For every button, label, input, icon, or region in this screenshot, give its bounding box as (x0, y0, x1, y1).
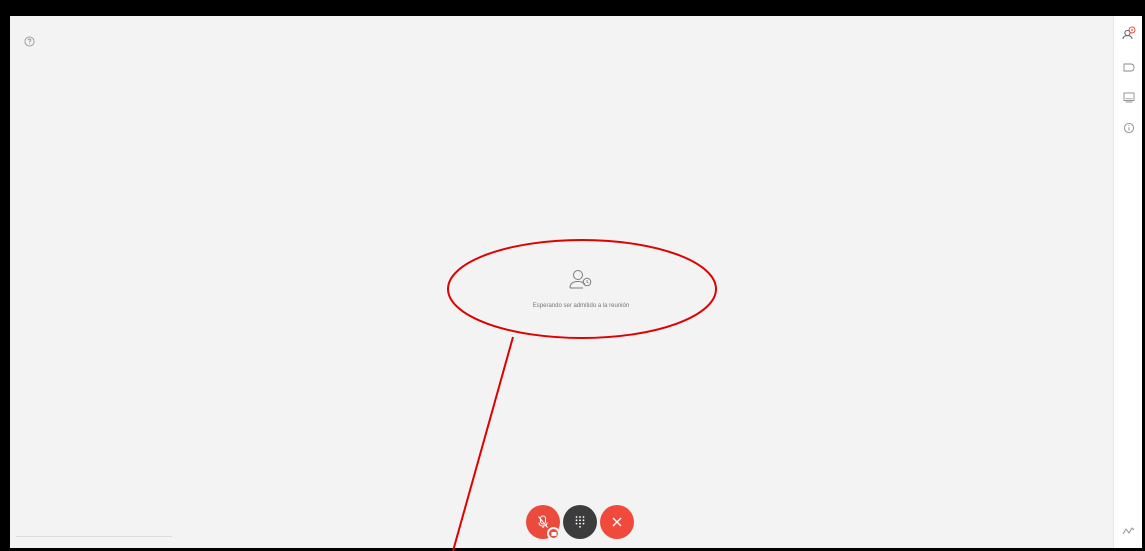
participants-icon[interactable] (1121, 25, 1137, 41)
keypad-icon (575, 516, 585, 528)
signal-stats-icon[interactable] (1121, 524, 1137, 538)
microphone-muted-icon (538, 515, 548, 528)
screen-share-icon[interactable] (1121, 89, 1137, 105)
waiting-status-text: Esperando ser admitido a la reunión (532, 303, 630, 309)
screenshot-border-top (0, 0, 1145, 16)
leave-meeting-button[interactable] (600, 505, 634, 539)
speaker-icon (551, 531, 556, 536)
meeting-stage (10, 16, 1113, 548)
chat-icon[interactable] (1121, 60, 1137, 76)
help-icon[interactable] (22, 34, 36, 48)
close-icon (612, 517, 622, 527)
screenshot-border-left (0, 0, 10, 551)
waiting-person-icon (566, 268, 596, 290)
bottom-left-divider (16, 536, 172, 537)
info-icon[interactable] (1121, 120, 1137, 136)
keypad-button[interactable] (563, 505, 597, 539)
audio-options-badge[interactable] (547, 527, 560, 540)
